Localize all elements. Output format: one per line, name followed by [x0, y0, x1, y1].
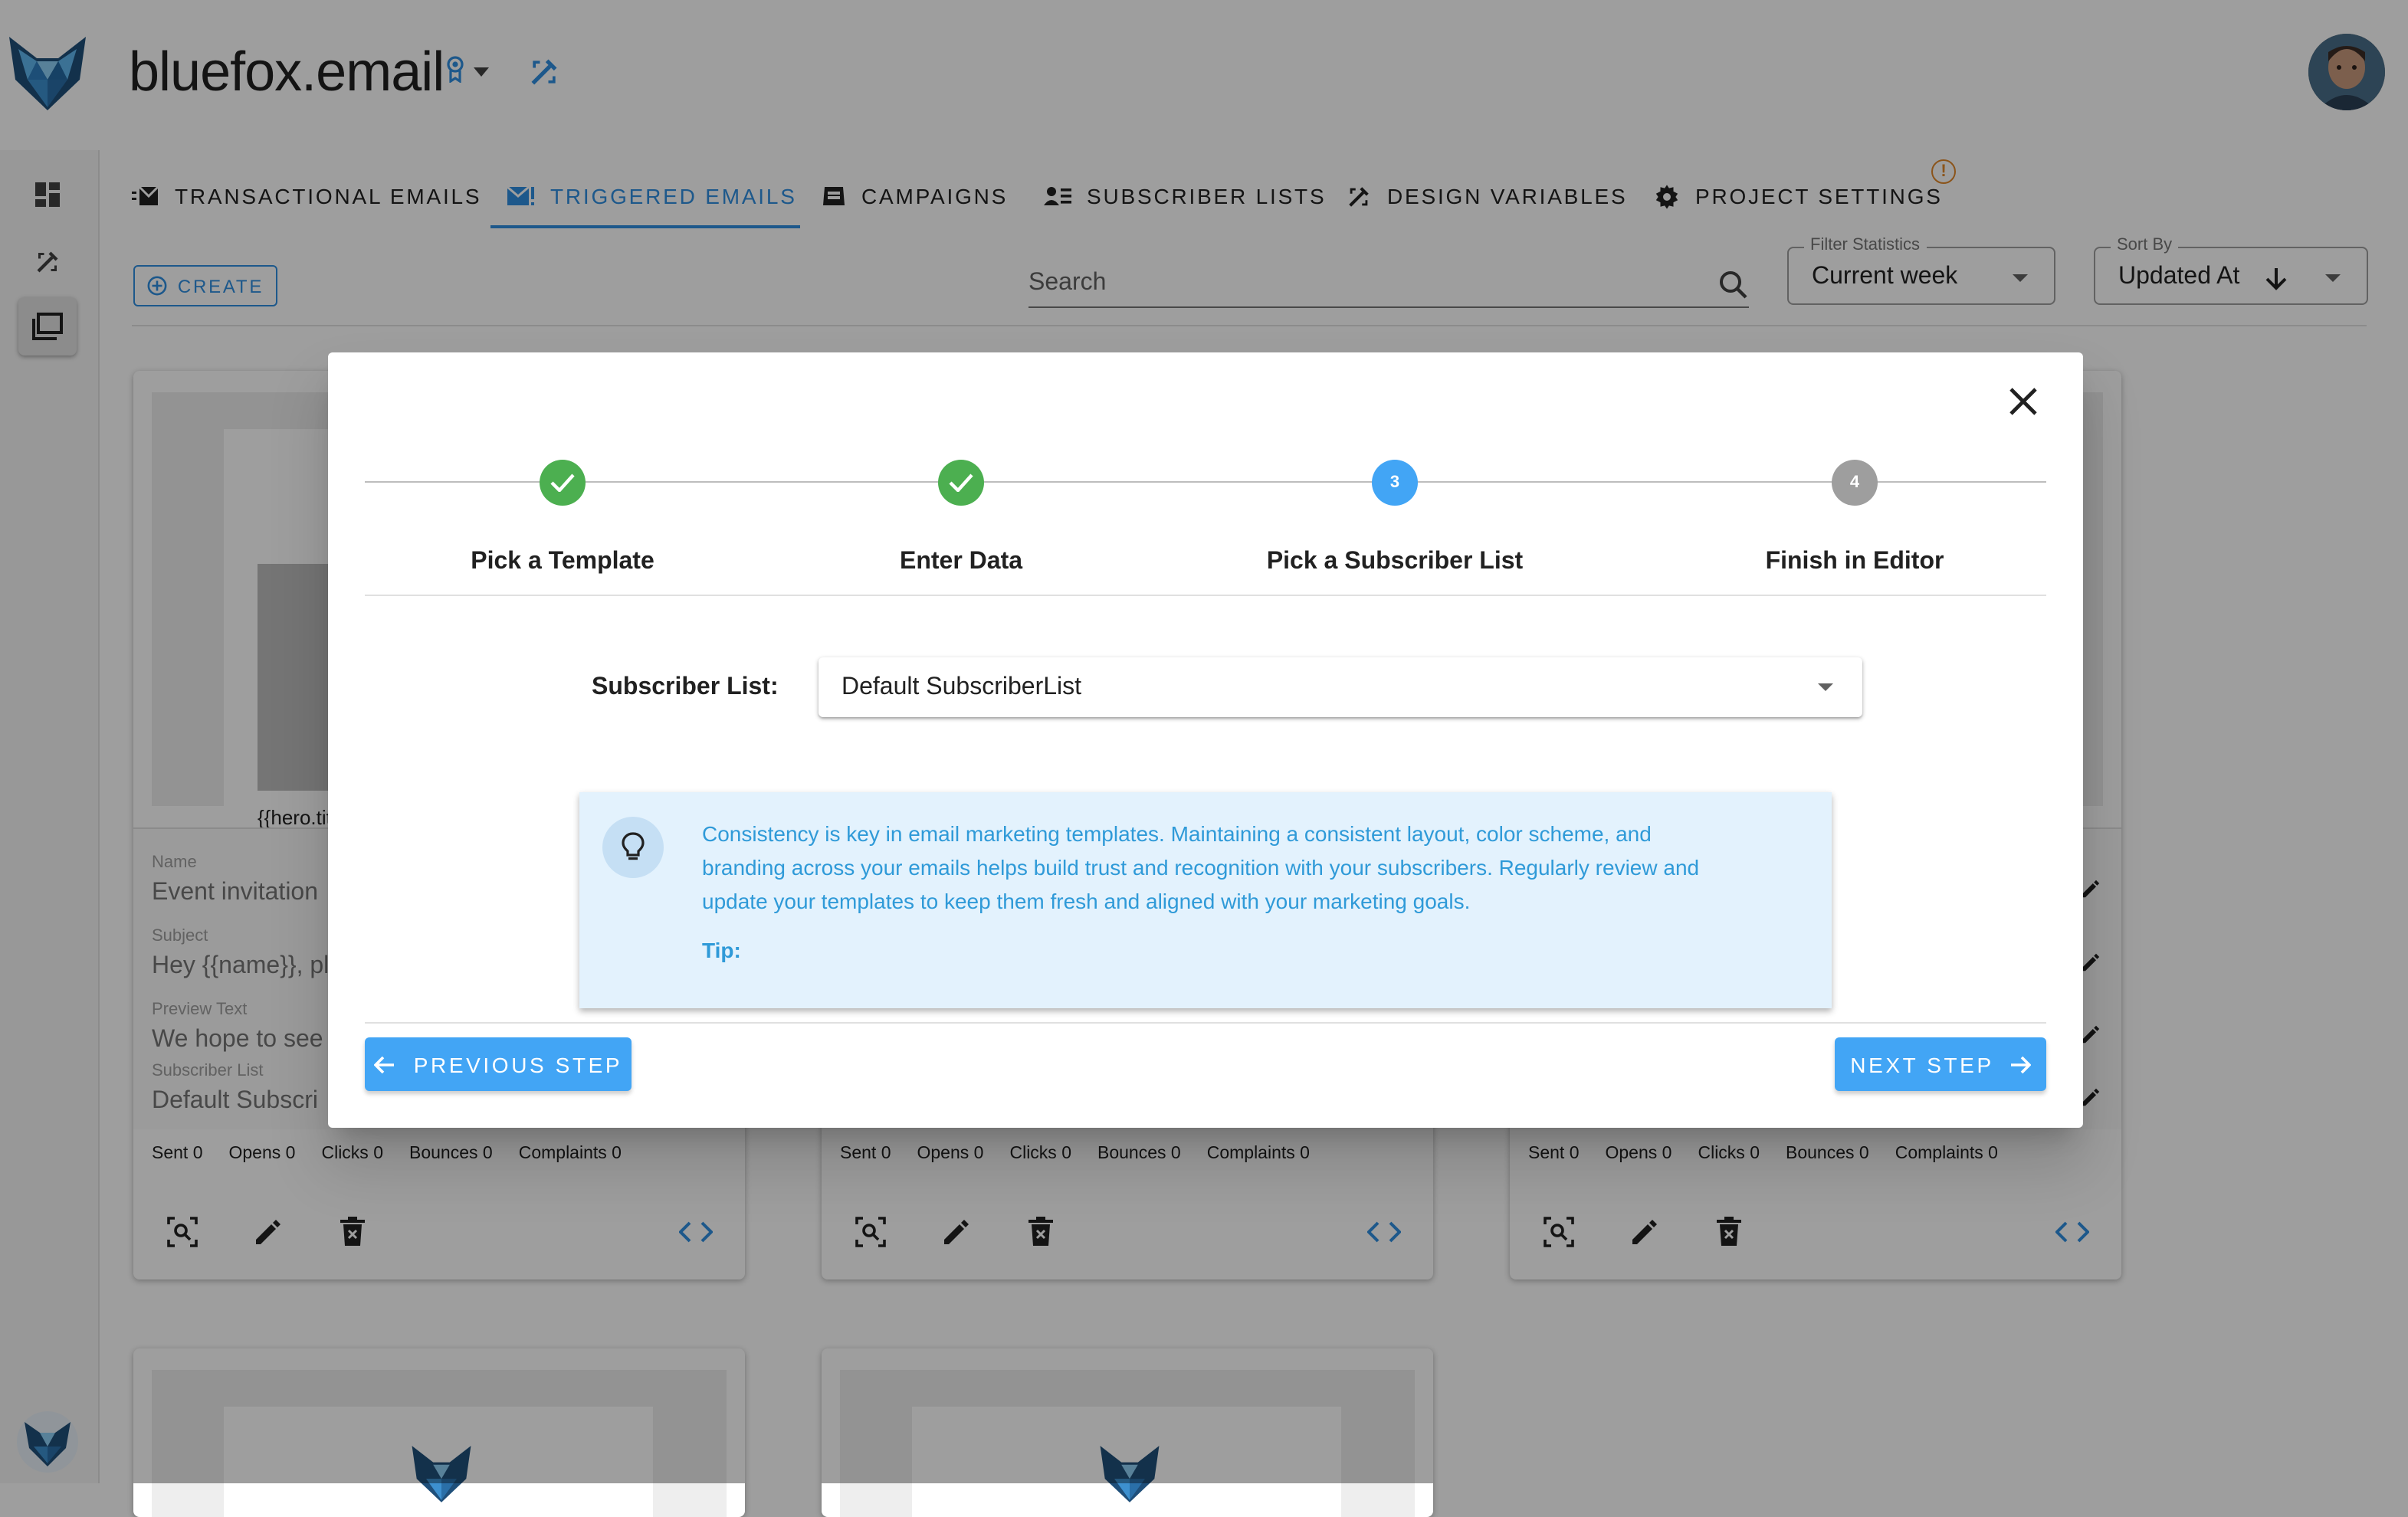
step-1-label: Pick a Template	[471, 549, 654, 575]
previous-step-label: PREVIOUS STEP	[413, 1052, 623, 1076]
step-3-current-indicator[interactable]: 3	[1372, 460, 1418, 506]
subscriber-list-select[interactable]: Default SubscriberList	[819, 657, 1862, 717]
subscriber-list-field-label: Subscriber List:	[592, 674, 779, 700]
chevron-down-icon	[1818, 683, 1833, 691]
tip-panel: Consistency is key in email marketing te…	[579, 792, 1832, 1008]
previous-step-button[interactable]: PREVIOUS STEP	[365, 1037, 632, 1091]
close-icon	[2008, 386, 2039, 417]
step-3-number: 3	[1389, 473, 1400, 492]
arrow-right-icon	[2009, 1055, 2031, 1073]
next-step-button[interactable]: NEXT STEP	[1835, 1037, 2046, 1091]
lightbulb-icon	[602, 817, 664, 878]
step-2-label: Enter Data	[899, 549, 1023, 575]
footer-divider	[365, 1022, 2046, 1024]
close-button[interactable]	[2005, 383, 2042, 420]
step-4-label: Finish in Editor	[1765, 549, 1944, 575]
stepper-divider	[365, 595, 2046, 596]
app-root: bluefox.email TRANSACTIONAL EMAILS TRIGG…	[0, 0, 2408, 1517]
step-3-label: Pick a Subscriber List	[1266, 549, 1524, 575]
arrow-left-icon	[373, 1055, 395, 1073]
stepper-connector	[365, 481, 2046, 483]
tip-message: Consistency is key in email marketing te…	[702, 821, 1700, 913]
next-step-label: NEXT STEP	[1850, 1052, 1994, 1076]
tip-label: Tip:	[702, 938, 741, 962]
step-1-complete-check-icon[interactable]	[540, 460, 586, 506]
subscriber-list-selected-value: Default SubscriberList	[841, 674, 1082, 700]
step-4-upcoming-indicator[interactable]: 4	[1832, 460, 1878, 506]
step-4-number: 4	[1849, 473, 1860, 492]
step-2-complete-check-icon[interactable]	[938, 460, 984, 506]
create-email-wizard-dialog: Pick a Template Enter Data 3 Pick a Subs…	[328, 352, 2083, 1128]
